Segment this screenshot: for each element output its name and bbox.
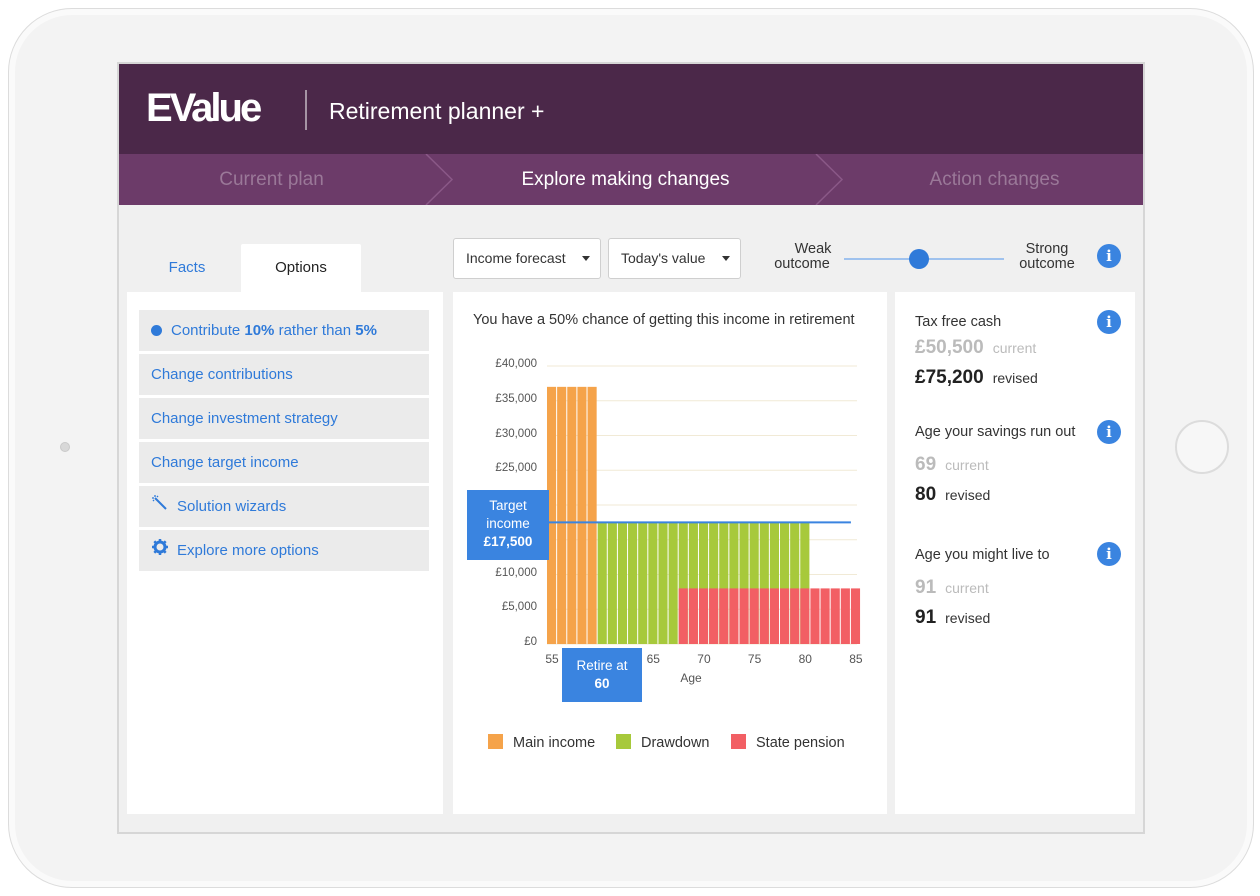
header-divider <box>305 90 307 130</box>
bar-drawdown <box>648 522 658 644</box>
x-axis-label: Age <box>680 671 702 685</box>
option-change-contributions[interactable]: Change contributions <box>139 354 429 395</box>
bar-state-pension <box>840 588 850 644</box>
y-tick-label: £0 <box>524 636 537 648</box>
y-tick-label: £35,000 <box>495 392 537 405</box>
info-icon[interactable]: i <box>1097 310 1121 334</box>
info-icon[interactable]: i <box>1097 244 1121 268</box>
y-tick-label: £25,000 <box>495 462 537 475</box>
legend-swatch <box>731 734 746 749</box>
bar-state-pension <box>709 588 719 644</box>
step-explore-making-changes[interactable]: Explore making changes <box>454 154 797 205</box>
gear-icon <box>151 530 169 571</box>
savings-run-out-label: Age your savings run out <box>915 424 1076 440</box>
home-button[interactable] <box>1175 420 1229 474</box>
tax-free-cash-current: £50,500 current <box>915 337 1037 358</box>
bar-state-pension <box>820 588 830 644</box>
bar-drawdown <box>638 522 648 644</box>
weak-outcome-label: Weak outcome <box>774 241 832 272</box>
chart-title: You have a 50% chance of getting this in… <box>473 312 855 328</box>
info-icon[interactable]: i <box>1097 420 1121 444</box>
bar-state-pension <box>739 588 749 644</box>
magic-wand-icon <box>151 486 169 527</box>
camera-icon <box>60 442 70 452</box>
bar-drawdown <box>668 522 678 644</box>
bar-main-income <box>577 386 587 644</box>
strong-outcome-label: Strong outcome <box>1019 241 1075 272</box>
option-explore-more[interactable]: Explore more options <box>139 530 429 571</box>
option-change-target-income[interactable]: Change target income <box>139 442 429 483</box>
app-screen: EValue Retirement planner + Current plan… <box>117 62 1145 834</box>
option-contribute[interactable]: Contribute 10% rather than 5% <box>139 310 429 351</box>
app-title: Retirement planner + <box>329 98 545 124</box>
info-icon[interactable]: i <box>1097 542 1121 566</box>
bar-state-pension <box>749 588 759 644</box>
live-to-revised: 91 revised <box>915 607 991 628</box>
target-income-badge[interactable]: Target income £17,500 <box>467 490 549 560</box>
legend-drawdown: Drawdown <box>616 734 710 751</box>
tax-free-cash-label: Tax free cash <box>915 314 1002 330</box>
bar-state-pension <box>688 588 698 644</box>
bar-drawdown <box>617 522 628 644</box>
bar-drawdown <box>658 522 668 644</box>
x-tick-label: 65 <box>646 652 660 666</box>
progress-steps: Current plan Explore making changes Acti… <box>119 154 1143 205</box>
y-tick-label: £5,000 <box>501 601 537 614</box>
app-header: EValue Retirement planner + <box>119 64 1143 154</box>
savings-run-out-revised: 80 revised <box>915 484 991 505</box>
bar-state-pension <box>830 588 840 644</box>
bar-state-pension <box>719 588 729 644</box>
bar-state-pension <box>698 588 709 644</box>
bar-state-pension <box>790 588 800 644</box>
y-tick-label: £40,000 <box>495 358 537 370</box>
step-current-plan[interactable]: Current plan <box>119 154 424 205</box>
retire-at-badge[interactable]: Retire at 60 <box>562 648 642 702</box>
bar-main-income <box>557 386 567 644</box>
legend-state-pension: State pension <box>731 734 845 751</box>
bar-state-pension <box>678 588 688 644</box>
bar-drawdown <box>628 522 638 644</box>
live-to-label: Age you might live to <box>915 547 1050 563</box>
legend-swatch <box>488 734 503 749</box>
evalue-logo[interactable]: EValue <box>146 86 262 131</box>
outcome-slider-handle[interactable] <box>909 249 929 269</box>
todays-value-select[interactable]: Today's value <box>608 238 741 279</box>
legend-main-income: Main income <box>488 734 595 751</box>
x-tick-label: 75 <box>747 652 762 666</box>
bar-state-pension <box>850 588 861 644</box>
live-to-current: 91 current <box>915 577 989 598</box>
bar-state-pension <box>729 588 739 644</box>
x-tick-label: 70 <box>697 652 711 666</box>
step-arrow-icon <box>815 154 844 205</box>
x-tick-label: 80 <box>798 652 812 666</box>
legend-swatch <box>616 734 631 749</box>
bar-state-pension <box>769 588 780 644</box>
bar-state-pension <box>759 588 769 644</box>
bar-state-pension <box>810 588 820 644</box>
chevron-down-icon <box>722 256 730 261</box>
y-tick-label: £30,000 <box>495 427 537 440</box>
selected-dot-icon <box>151 325 162 336</box>
savings-run-out-current: 69 current <box>915 454 989 475</box>
tab-options[interactable]: Options <box>241 244 361 292</box>
income-forecast-select[interactable]: Income forecast <box>453 238 601 279</box>
bar-drawdown <box>597 522 607 644</box>
step-arrow-icon <box>425 154 454 205</box>
bar-state-pension <box>800 588 810 644</box>
options-list: Contribute 10% rather than 5% Change con… <box>139 310 429 574</box>
option-change-investment-strategy[interactable]: Change investment strategy <box>139 398 429 439</box>
bar-main-income <box>587 386 597 644</box>
option-solution-wizards[interactable]: Solution wizards <box>139 486 429 527</box>
tax-free-cash-revised: £75,200 revised <box>915 367 1038 388</box>
bar-main-income <box>567 386 577 644</box>
tab-facts[interactable]: Facts <box>137 244 237 292</box>
y-tick-label: £10,000 <box>495 566 537 579</box>
step-action-changes[interactable]: Action changes <box>844 154 1143 205</box>
chevron-down-icon <box>582 256 590 261</box>
bar-drawdown <box>607 522 617 644</box>
bar-state-pension <box>780 588 790 644</box>
x-tick-label: 85 <box>849 652 863 666</box>
